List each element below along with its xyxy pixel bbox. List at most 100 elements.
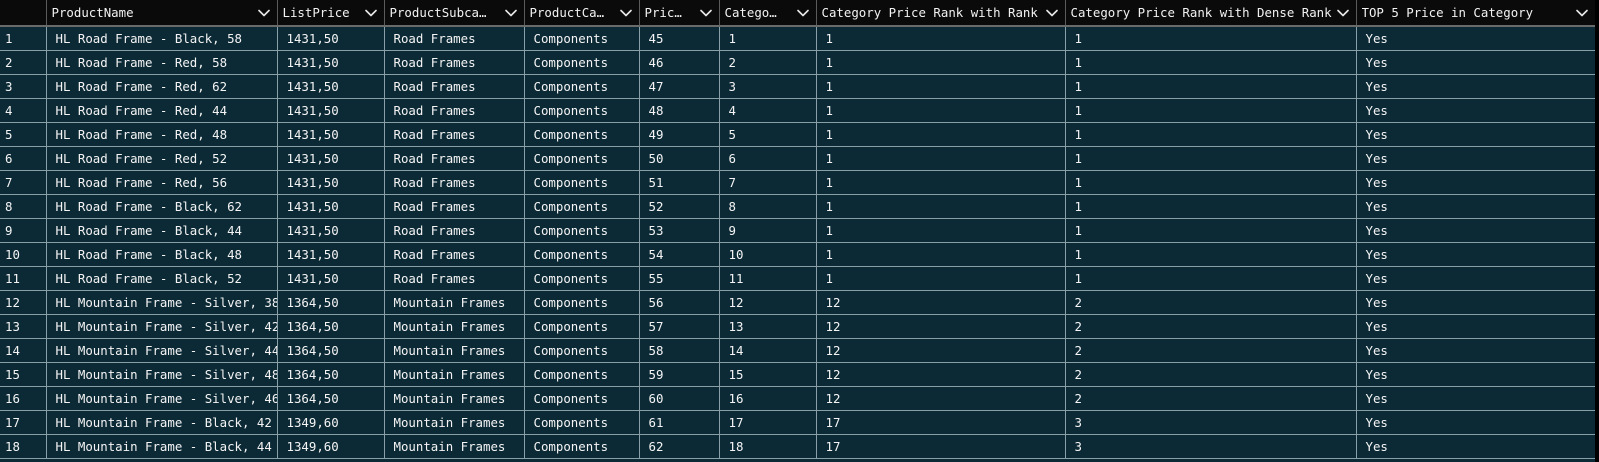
price-rank-cell[interactable]: 52 [639, 194, 720, 219]
product-category-cell[interactable]: Components [524, 218, 640, 243]
product-subcategory-cell[interactable]: Mountain Frames [384, 434, 525, 459]
product-category-cell[interactable]: Components [524, 434, 640, 459]
category-rank-cell[interactable]: 13 [719, 314, 817, 339]
product-name-cell[interactable]: HL Mountain Frame - Black, 42 [46, 410, 278, 435]
table-row[interactable]: 12 HL Mountain Frame - Silver, 38 1364,50 M… [0, 290, 1595, 315]
column-header-listprice[interactable]: ListPrice [277, 0, 385, 27]
category-rank-cell[interactable]: 14 [719, 338, 817, 363]
row-number-cell[interactable]: 8 [0, 194, 47, 219]
price-rank-cell[interactable]: 45 [639, 26, 720, 51]
category-rank-cell[interactable]: 11 [719, 266, 817, 291]
price-rank-cell[interactable]: 47 [639, 74, 720, 99]
category-dense-rank-cell[interactable]: 2 [1065, 314, 1357, 339]
table-row[interactable]: 1 HL Road Frame - Black, 58 1431,50 Road Fr… [0, 26, 1595, 51]
table-row[interactable]: 4 HL Road Frame - Red, 44 1431,50 Road Fram… [0, 98, 1595, 123]
category-price-rank-cell[interactable]: 12 [816, 314, 1066, 339]
category-dense-rank-cell[interactable]: 1 [1065, 50, 1357, 75]
category-rank-cell[interactable]: 4 [719, 98, 817, 123]
chevron-down-icon[interactable] [1575, 6, 1589, 20]
table-row[interactable]: 17 HL Mountain Frame - Black, 42 1349,60 Mo… [0, 410, 1595, 435]
list-price-cell[interactable]: 1364,50 [277, 338, 385, 363]
list-price-cell[interactable]: 1431,50 [277, 50, 385, 75]
product-name-cell[interactable]: HL Mountain Frame - Silver, 38 [46, 290, 278, 315]
table-row[interactable]: 13 HL Mountain Frame - Silver, 42 1364,50 M… [0, 314, 1595, 339]
row-number-cell[interactable]: 4 [0, 98, 47, 123]
product-category-cell[interactable]: Components [524, 338, 640, 363]
list-price-cell[interactable]: 1431,50 [277, 170, 385, 195]
category-price-rank-cell[interactable]: 1 [816, 74, 1066, 99]
category-dense-rank-cell[interactable]: 2 [1065, 386, 1357, 411]
table-row[interactable]: 8 HL Road Frame - Black, 62 1431,50 Road Fr… [0, 194, 1595, 219]
product-category-cell[interactable]: Components [524, 410, 640, 435]
category-dense-rank-cell[interactable]: 2 [1065, 290, 1357, 315]
results-grid[interactable]: ProductName ListPrice ProductSubca… Product… [0, 0, 1595, 462]
category-rank-cell[interactable]: 17 [719, 410, 817, 435]
product-category-cell[interactable]: Components [524, 242, 640, 267]
row-number-cell[interactable]: 6 [0, 146, 47, 171]
category-price-rank-cell[interactable]: 1 [816, 122, 1066, 147]
price-rank-cell[interactable]: 53 [639, 218, 720, 243]
category-dense-rank-cell[interactable]: 1 [1065, 266, 1357, 291]
list-price-cell[interactable]: 1431,50 [277, 122, 385, 147]
category-dense-rank-cell[interactable]: 2 [1065, 362, 1357, 387]
row-number-cell[interactable]: 2 [0, 50, 47, 75]
category-rank-cell[interactable]: 3 [719, 74, 817, 99]
category-dense-rank-cell[interactable]: 1 [1065, 218, 1357, 243]
product-category-cell[interactable]: Components [524, 194, 640, 219]
product-subcategory-cell[interactable]: Road Frames [384, 50, 525, 75]
product-name-cell[interactable]: HL Road Frame - Black, 52 [46, 266, 278, 291]
top5-flag-cell[interactable]: Yes [1356, 242, 1595, 267]
list-price-cell[interactable]: 1349,60 [277, 410, 385, 435]
price-rank-cell[interactable]: 50 [639, 146, 720, 171]
top5-flag-cell[interactable]: Yes [1356, 50, 1595, 75]
top5-flag-cell[interactable]: Yes [1356, 122, 1595, 147]
product-name-cell[interactable]: HL Road Frame - Black, 48 [46, 242, 278, 267]
table-row[interactable]: 7 HL Road Frame - Red, 56 1431,50 Road Fram… [0, 170, 1595, 195]
category-rank-cell[interactable]: 12 [719, 290, 817, 315]
price-rank-cell[interactable]: 58 [639, 338, 720, 363]
column-header-top5-price-in-category[interactable]: TOP 5 Price in Category [1356, 0, 1595, 27]
list-price-cell[interactable]: 1364,50 [277, 314, 385, 339]
row-number-cell[interactable]: 15 [0, 362, 47, 387]
category-dense-rank-cell[interactable]: 3 [1065, 434, 1357, 459]
row-number-cell[interactable]: 1 [0, 26, 47, 51]
price-rank-cell[interactable]: 62 [639, 434, 720, 459]
table-row[interactable]: 14 HL Mountain Frame - Silver, 44 1364,50 M… [0, 338, 1595, 363]
product-name-cell[interactable]: HL Road Frame - Black, 58 [46, 26, 278, 51]
top5-flag-cell[interactable]: Yes [1356, 314, 1595, 339]
product-subcategory-cell[interactable]: Road Frames [384, 266, 525, 291]
table-row[interactable]: 10 HL Road Frame - Black, 48 1431,50 Road F… [0, 242, 1595, 267]
column-header-category-price-rank-with-dense-rank[interactable]: Category Price Rank with Dense Rank [1065, 0, 1357, 27]
product-name-cell[interactable]: HL Road Frame - Red, 48 [46, 122, 278, 147]
category-price-rank-cell[interactable]: 12 [816, 362, 1066, 387]
category-dense-rank-cell[interactable]: 1 [1065, 242, 1357, 267]
row-number-cell[interactable]: 9 [0, 218, 47, 243]
list-price-cell[interactable]: 1431,50 [277, 26, 385, 51]
price-rank-cell[interactable]: 61 [639, 410, 720, 435]
chevron-down-icon[interactable] [504, 6, 518, 20]
product-subcategory-cell[interactable]: Mountain Frames [384, 290, 525, 315]
top5-flag-cell[interactable]: Yes [1356, 170, 1595, 195]
list-price-cell[interactable]: 1431,50 [277, 266, 385, 291]
list-price-cell[interactable]: 1364,50 [277, 362, 385, 387]
product-category-cell[interactable]: Components [524, 266, 640, 291]
category-rank-cell[interactable]: 1 [719, 26, 817, 51]
product-name-cell[interactable]: HL Road Frame - Black, 62 [46, 194, 278, 219]
product-subcategory-cell[interactable]: Mountain Frames [384, 386, 525, 411]
price-rank-cell[interactable]: 55 [639, 266, 720, 291]
product-name-cell[interactable]: HL Road Frame - Red, 44 [46, 98, 278, 123]
row-number-cell[interactable]: 10 [0, 242, 47, 267]
product-name-cell[interactable]: HL Road Frame - Red, 52 [46, 146, 278, 171]
product-subcategory-cell[interactable]: Road Frames [384, 170, 525, 195]
category-price-rank-cell[interactable]: 17 [816, 410, 1066, 435]
product-category-cell[interactable]: Components [524, 98, 640, 123]
category-price-rank-cell[interactable]: 1 [816, 146, 1066, 171]
product-category-cell[interactable]: Components [524, 314, 640, 339]
category-price-rank-cell[interactable]: 17 [816, 434, 1066, 459]
row-number-cell[interactable]: 12 [0, 290, 47, 315]
product-category-cell[interactable]: Components [524, 386, 640, 411]
product-category-cell[interactable]: Components [524, 146, 640, 171]
row-number-cell[interactable]: 13 [0, 314, 47, 339]
category-price-rank-cell[interactable]: 12 [816, 338, 1066, 363]
table-row[interactable]: 11 HL Road Frame - Black, 52 1431,50 Road F… [0, 266, 1595, 291]
